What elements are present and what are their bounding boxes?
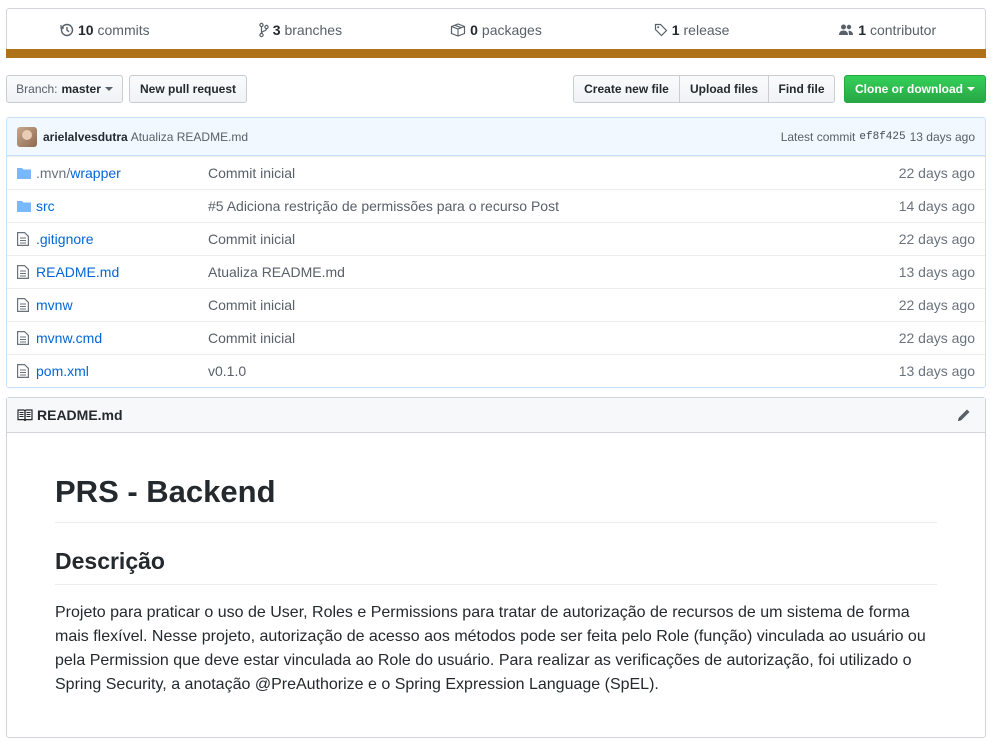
contributors-count: 1 xyxy=(858,21,866,38)
upload-files-button[interactable]: Upload files xyxy=(679,75,769,103)
chevron-down-icon xyxy=(104,87,113,91)
new-pull-request-button[interactable]: New pull request xyxy=(129,75,247,103)
file-age: 13 days ago xyxy=(898,264,975,280)
branches-link[interactable]: 3 branches xyxy=(203,9,399,50)
releases-count: 1 xyxy=(671,21,680,38)
find-file-button[interactable]: Find file xyxy=(768,75,835,103)
file-commit-message[interactable]: Atualiza README.md xyxy=(208,264,899,280)
file-name-link[interactable]: pom.xml xyxy=(36,363,208,379)
file-row-gitignore[interactable]: .gitignore Commit inicial 22 days ago xyxy=(7,222,985,255)
packages-link[interactable]: 0 packages xyxy=(398,9,594,50)
latest-commit-info: Latest commit ef8f425 13 days ago xyxy=(781,130,975,144)
file-age: 22 days ago xyxy=(898,231,975,247)
readme-panel: README.md PRS - Backend Descrição Projet… xyxy=(6,397,986,738)
people-icon xyxy=(839,24,854,35)
file-age: 14 days ago xyxy=(898,198,975,214)
readme-paragraph: Projeto para praticar o uso de User, Rol… xyxy=(55,603,926,693)
file-row-readme[interactable]: README.md Atualiza README.md 13 days ago xyxy=(7,255,985,288)
chevron-down-icon xyxy=(967,87,975,91)
edit-readme-button[interactable] xyxy=(957,408,975,422)
file-commit-message[interactable]: Commit inicial xyxy=(208,330,899,346)
clone-label: Clone or download xyxy=(855,82,963,96)
file-commit-message[interactable]: Commit inicial xyxy=(208,165,899,181)
latest-commit-age: 13 days ago xyxy=(909,129,975,144)
commit-message-link[interactable]: Atualiza README.md xyxy=(131,130,248,144)
contributors-label: contributor xyxy=(869,21,937,38)
commits-label: commits xyxy=(97,21,150,38)
readme-filename: README.md xyxy=(37,407,123,423)
file-actions-group: Create new file Upload files Find file xyxy=(573,75,835,103)
packages-label: packages xyxy=(481,21,542,38)
releases-link[interactable]: 1 release xyxy=(594,9,790,50)
file-row-mvn-wrapper[interactable]: .mvn/wrapper Commit inicial 22 days ago xyxy=(7,156,985,189)
file-commit-message[interactable]: Commit inicial xyxy=(208,231,899,247)
file-age: 13 days ago xyxy=(898,363,975,379)
branches-label: branches xyxy=(284,21,343,38)
create-new-file-button[interactable]: Create new file xyxy=(573,75,680,103)
branch-name: master xyxy=(61,82,101,96)
file-age: 22 days ago xyxy=(898,165,975,181)
branches-count: 3 xyxy=(272,21,281,38)
file-row-pom[interactable]: pom.xml v0.1.0 13 days ago xyxy=(7,354,985,387)
commits-link[interactable]: 10 commits xyxy=(7,9,203,50)
file-navigation-table: arielalvesdutra Atualiza README.md Lates… xyxy=(6,117,986,388)
contributors-link[interactable]: 1 contributor xyxy=(789,9,985,50)
pencil-icon xyxy=(958,409,970,421)
file-name-link[interactable]: .mvn/wrapper xyxy=(36,165,208,181)
file-commit-message[interactable]: Commit inicial xyxy=(208,297,899,313)
packages-count: 0 xyxy=(470,21,478,38)
readme-header: README.md xyxy=(7,398,985,433)
file-name-link[interactable]: mvnw xyxy=(36,297,208,313)
readme-section-heading: Descrição xyxy=(55,547,937,585)
file-icon xyxy=(17,364,33,378)
file-name-link[interactable]: src xyxy=(36,198,208,214)
file-icon xyxy=(17,298,33,312)
file-row-src[interactable]: src #5 Adiciona restrição de permissões … xyxy=(7,189,985,222)
commits-count: 10 xyxy=(77,21,94,38)
branch-select-button[interactable]: Branch: master xyxy=(6,75,123,103)
file-age: 22 days ago xyxy=(898,330,975,346)
latest-commit-bar: arielalvesdutra Atualiza README.md Lates… xyxy=(7,118,985,156)
language-bar[interactable] xyxy=(6,49,986,58)
folder-icon xyxy=(17,167,33,179)
file-row-mvnw[interactable]: mvnw Commit inicial 22 days ago xyxy=(7,288,985,321)
file-name-link[interactable]: .gitignore xyxy=(36,231,208,247)
file-name-link[interactable]: mvnw.cmd xyxy=(36,330,208,346)
file-icon xyxy=(17,265,33,279)
file-name-link[interactable]: README.md xyxy=(36,264,208,280)
file-commit-message[interactable]: v0.1.0 xyxy=(208,363,899,379)
readme-content: PRS - Backend Descrição Projeto para pra… xyxy=(7,433,985,697)
branch-prefix: Branch: xyxy=(16,82,58,96)
tag-icon xyxy=(654,23,668,36)
avatar[interactable] xyxy=(17,126,37,147)
file-row-mvnw-cmd[interactable]: mvnw.cmd Commit inicial 22 days ago xyxy=(7,321,985,354)
commit-sha-link[interactable]: ef8f425 xyxy=(859,131,905,143)
folder-icon xyxy=(17,200,33,212)
file-commit-message[interactable]: #5 Adiciona restrição de permissões para… xyxy=(208,198,899,214)
book-icon xyxy=(17,409,33,422)
repo-summary-bar: 10 commits 3 branches 0 packages 1 relea… xyxy=(6,8,986,58)
releases-label: release xyxy=(683,21,730,38)
readme-title: PRS - Backend xyxy=(55,473,937,524)
clone-or-download-button[interactable]: Clone or download xyxy=(844,75,986,103)
package-icon xyxy=(451,22,466,37)
file-icon xyxy=(17,232,33,246)
history-icon xyxy=(60,23,74,36)
file-icon xyxy=(17,331,33,345)
file-age: 22 days ago xyxy=(898,297,975,313)
commit-author-link[interactable]: arielalvesdutra xyxy=(43,130,128,144)
git-branch-icon xyxy=(258,22,269,37)
latest-commit-prefix: Latest commit xyxy=(780,129,856,144)
